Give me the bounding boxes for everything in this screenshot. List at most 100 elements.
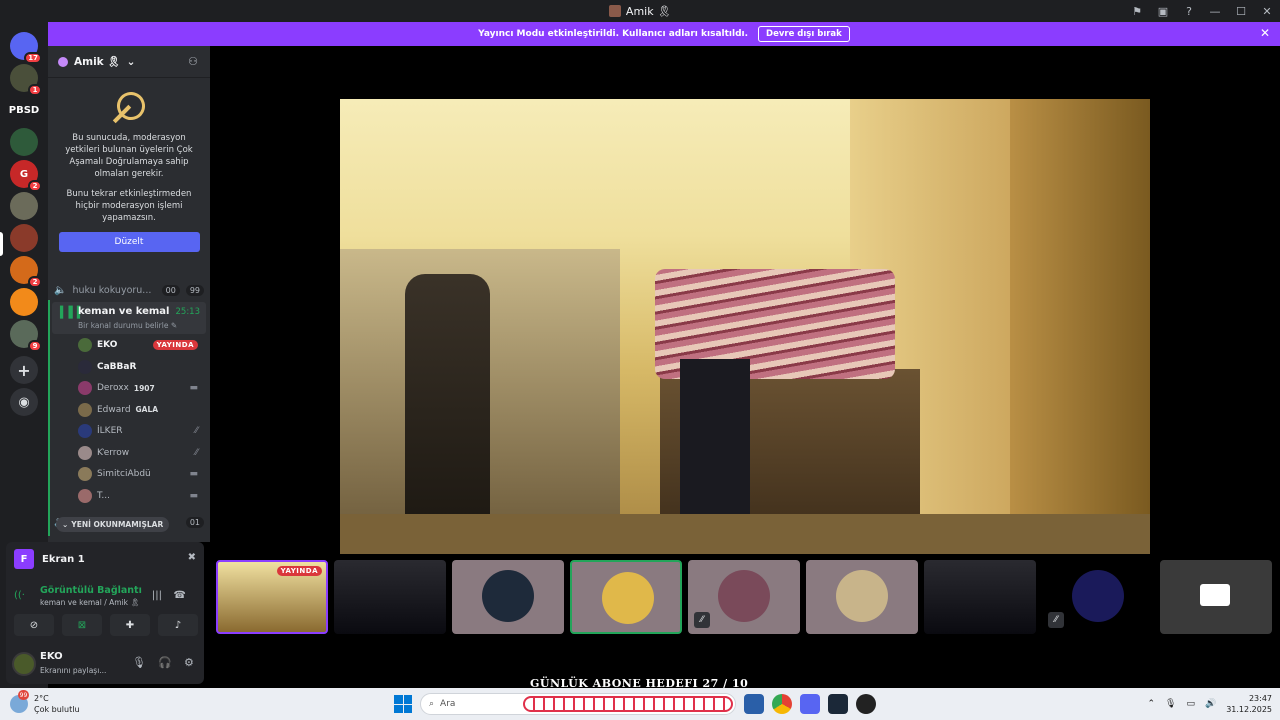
activities-icon[interactable]: ✚ bbox=[110, 614, 150, 636]
window-title: Amik 🎗 bbox=[608, 4, 672, 18]
connection-subtitle[interactable]: keman ve kemal / Amik 🎗 bbox=[40, 598, 140, 607]
avatar bbox=[78, 381, 92, 395]
server-badge-icon bbox=[58, 56, 68, 67]
participant-tile[interactable] bbox=[924, 560, 1036, 634]
microphone-icon[interactable]: 🎙 bbox=[132, 656, 146, 669]
avatar bbox=[1072, 570, 1124, 622]
screen-share-icon[interactable]: ⊠ bbox=[62, 614, 102, 636]
current-user[interactable]: EKO Ekranını paylaşı... 🎙 🎧 ⚙ bbox=[12, 650, 200, 680]
voice-member[interactable]: Ƙerrow ⁄⁄ bbox=[78, 444, 198, 462]
participant-tile[interactable] bbox=[570, 560, 682, 634]
server-icon[interactable]: G2 bbox=[10, 160, 42, 192]
avatar bbox=[482, 570, 534, 622]
disable-streamer-mode-button[interactable]: Devre dışı bırak bbox=[758, 26, 850, 42]
server-icon[interactable]: PBSD bbox=[9, 96, 39, 124]
camera-off-icon[interactable]: ⊘ bbox=[14, 614, 54, 636]
close-button[interactable]: ✕ bbox=[1254, 0, 1280, 22]
microphone-icon[interactable]: 🎙 bbox=[1165, 699, 1176, 709]
discord-icon[interactable] bbox=[800, 694, 820, 714]
voice-member[interactable]: Deroxx 1907 ▬ bbox=[78, 379, 198, 397]
camera-icon: ▬ bbox=[189, 490, 198, 501]
live-badge: YAYINDA bbox=[276, 566, 322, 576]
clock[interactable]: 23:47 31.12.2025 bbox=[1226, 693, 1272, 715]
voice-member[interactable]: SimitciAbdü ▬ bbox=[78, 465, 198, 483]
search-box[interactable]: ⌕ Ara bbox=[420, 693, 736, 715]
avatar bbox=[78, 467, 92, 481]
participant-tile[interactable] bbox=[334, 560, 446, 634]
participant-tile[interactable]: ⁄⁄ bbox=[1042, 560, 1154, 634]
avatar bbox=[78, 445, 92, 460]
stream-preview-header: F Ekran 1 bbox=[14, 548, 198, 570]
voice-member[interactable]: T... ▬ bbox=[78, 487, 198, 505]
flag-icon[interactable]: ⚑ bbox=[1124, 0, 1150, 22]
channel-status[interactable]: Bir kanal durumu belirle ✎ bbox=[78, 321, 177, 330]
maximize-button[interactable]: ☐ bbox=[1228, 0, 1254, 22]
clock-date: 31.12.2025 bbox=[1226, 705, 1272, 714]
noise-suppression-icon[interactable]: ||| bbox=[152, 590, 162, 601]
steam-icon[interactable] bbox=[828, 694, 848, 714]
volume-icon[interactable]: 🔊 bbox=[1205, 699, 1216, 709]
minimize-button[interactable]: — bbox=[1202, 0, 1228, 22]
close-stream-icon[interactable]: ✖ bbox=[188, 552, 196, 563]
start-icon[interactable] bbox=[394, 695, 412, 713]
explore-icon[interactable]: ◉ bbox=[10, 388, 38, 416]
server-icon[interactable]: 9 bbox=[10, 320, 42, 352]
invite-icon[interactable]: ⚇ bbox=[188, 55, 198, 68]
voice-member[interactable]: İLKER ⁄⁄ bbox=[78, 422, 198, 440]
chevron-up-icon[interactable]: ⌃ bbox=[1147, 699, 1155, 709]
settings-gear-icon[interactable]: ⚙ bbox=[184, 656, 194, 669]
connection-title[interactable]: Görüntülü Bağlantı Kur bbox=[40, 585, 146, 596]
avatar bbox=[718, 570, 770, 622]
participant-tile[interactable] bbox=[452, 560, 564, 634]
weather-temp: 2°C bbox=[34, 694, 49, 703]
muted-icon: ⁄⁄ bbox=[194, 426, 198, 436]
server-icon[interactable]: 2 bbox=[10, 256, 42, 288]
channel-badge: 00 bbox=[161, 284, 180, 296]
new-unreads-button[interactable]: ⌄ YENİ OKUNMAMIŞLAR bbox=[56, 517, 170, 532]
voice-channel-item[interactable]: 🔈 huku kokuyoru... 00 99 bbox=[54, 281, 204, 299]
server-icon[interactable]: 17 bbox=[10, 32, 42, 64]
disconnect-icon[interactable]: ☎ bbox=[174, 590, 186, 601]
camera-icon bbox=[1200, 584, 1230, 606]
voice-member[interactable]: Edward GALA bbox=[78, 401, 198, 419]
voice-member[interactable]: EKO YAYINDA bbox=[78, 336, 198, 354]
server-icon[interactable] bbox=[10, 224, 38, 252]
window-title-text: Amik 🎗 bbox=[625, 4, 672, 18]
app-icon[interactable] bbox=[856, 694, 876, 714]
connected-indicator bbox=[48, 300, 50, 536]
store-icon[interactable] bbox=[744, 694, 764, 714]
active-channel-name: keman ve kemal bbox=[78, 306, 170, 317]
server-header[interactable]: Amik 🎗 ⌄ bbox=[48, 46, 210, 78]
active-voice-channel[interactable]: ▍▌▍ keman ve kemal Bir kanal durumu beli… bbox=[52, 302, 206, 334]
server-icon[interactable] bbox=[10, 192, 38, 220]
headphones-icon[interactable]: 🎧 bbox=[158, 656, 172, 669]
server-icon[interactable]: 1 bbox=[10, 64, 42, 96]
server-avatar-icon bbox=[608, 5, 621, 17]
mention-badge: 17 bbox=[24, 52, 42, 64]
channel-sidebar: Amik 🎗 ⌄ ⚇ Bu sunucuda, moderasyon yetki… bbox=[48, 46, 210, 542]
chrome-icon[interactable] bbox=[772, 694, 792, 714]
call-controls: ⊘ ⊠ ✚ ♪ bbox=[14, 614, 198, 636]
participant-tile[interactable] bbox=[1160, 560, 1272, 634]
title-bar: Amik 🎗 ⚑ ▣ ? — ☐ ✕ bbox=[0, 0, 1280, 22]
participant-tile[interactable]: YAYINDA bbox=[216, 560, 328, 634]
participant-tile[interactable]: ⁄⁄ bbox=[688, 560, 800, 634]
server-icon[interactable] bbox=[10, 288, 38, 316]
voice-member[interactable]: CaBBaR bbox=[78, 358, 198, 376]
weather-widget[interactable]: 99 2°C Çok bulutlu bbox=[10, 690, 100, 718]
close-icon[interactable]: ✕ bbox=[1260, 26, 1270, 40]
member-name: SimitciAbdü bbox=[97, 469, 151, 479]
user-panel: F Ekran 1 ✖ ((· Görüntülü Bağlantı Kur k… bbox=[6, 542, 204, 684]
participant-tile[interactable] bbox=[806, 560, 918, 634]
muted-icon: ⁄⁄ bbox=[694, 612, 710, 628]
focused-stream-video[interactable] bbox=[340, 99, 1150, 554]
screen-icon[interactable]: ▣ bbox=[1150, 0, 1176, 22]
display-icon[interactable]: ▭ bbox=[1186, 699, 1195, 709]
fix-button[interactable]: Düzelt bbox=[58, 232, 200, 252]
streamer-mode-banner: Yayıncı Modu etkinleştirildi. Kullanıcı … bbox=[48, 22, 1280, 46]
soundboard-icon[interactable]: ♪ bbox=[158, 614, 198, 636]
avatar bbox=[836, 570, 888, 622]
server-icon[interactable] bbox=[10, 128, 38, 156]
add-server-icon[interactable]: + bbox=[10, 356, 38, 384]
help-icon[interactable]: ? bbox=[1176, 0, 1202, 22]
